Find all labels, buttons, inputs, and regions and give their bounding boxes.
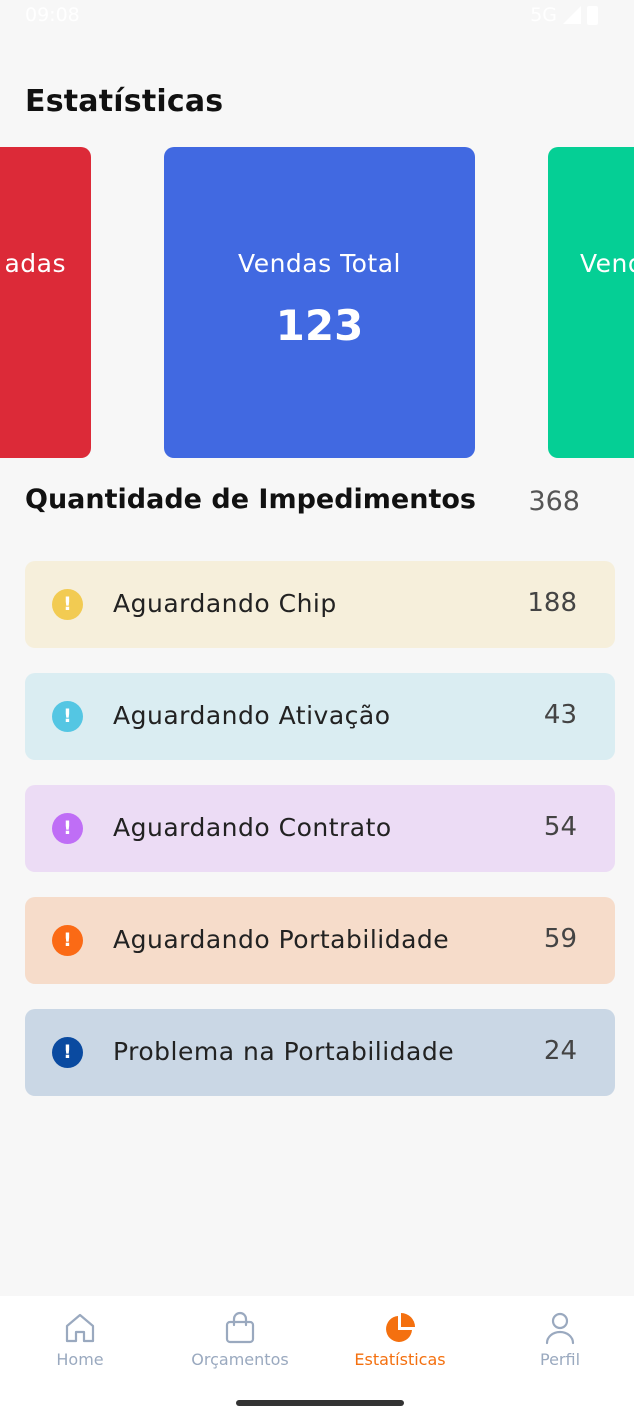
statistics-screen: 09:08 5G Estatísticas adas Vendas Total … [0,0,634,1420]
nav-label: Estatísticas [354,1350,446,1369]
impediment-count: 24 [543,1036,577,1066]
stat-card-next[interactable]: Vend [548,147,634,458]
impediment-label: Aguardando Ativação [113,701,391,730]
shopping-bag-icon [225,1311,255,1344]
status-bar: 09:08 5G [0,0,634,34]
nav-item-home[interactable]: Home [0,1310,160,1370]
battery-icon [587,5,598,25]
stat-card-label: Vendas Total [238,249,401,278]
nav-label: Perfil [539,1350,581,1369]
impediment-item-problema-portabilidade[interactable]: ! Problema na Portabilidade 24 [25,1009,615,1096]
impediment-label: Aguardando Chip [113,589,337,618]
alert-circle-icon: ! [52,701,83,732]
nav-item-orcamentos[interactable]: Orçamentos [160,1310,320,1370]
impediment-label: Problema na Portabilidade [113,1037,455,1066]
impediment-item-aguardando-chip[interactable]: ! Aguardando Chip 188 [25,561,615,648]
status-time: 09:08 [25,4,80,26]
impediment-label: Aguardando Contrato [113,813,392,842]
alert-circle-icon: ! [52,813,83,844]
stat-card-value: 123 [275,301,364,350]
stat-card-label: Vend [580,249,634,278]
pie-chart-icon [386,1313,415,1342]
alert-circle-icon: ! [52,1037,83,1068]
nav-item-perfil[interactable]: Perfil [480,1310,634,1370]
impediment-count: 59 [543,924,577,954]
impediment-item-aguardando-contrato[interactable]: ! Aguardando Contrato 54 [25,785,615,872]
home-icon [65,1313,95,1343]
impediments-title: Quantidade de Impedimentos [25,484,476,515]
user-icon [545,1312,575,1345]
impediment-count: 188 [527,588,577,618]
impediment-count: 43 [543,700,577,730]
nav-item-estatisticas[interactable]: Estatísticas [320,1310,480,1370]
network-type: 5G [530,4,557,26]
signal-icon [563,6,581,24]
impediment-item-aguardando-portabilidade[interactable]: ! Aguardando Portabilidade 59 [25,897,615,984]
status-indicators: 5G [530,4,598,26]
alert-circle-icon: ! [52,589,83,620]
nav-label: Orçamentos [191,1350,289,1369]
stat-card-label: adas [4,249,66,278]
impediment-item-aguardando-ativacao[interactable]: ! Aguardando Ativação 43 [25,673,615,760]
impediments-total: 368 [528,486,580,517]
stat-card-vendas-total[interactable]: Vendas Total 123 [164,147,475,458]
bottom-navigation: Home Orçamentos Estatísticas Perfil [0,1296,634,1420]
page-title: Estatísticas [25,84,224,119]
alert-circle-icon: ! [52,925,83,956]
nav-label: Home [56,1350,104,1369]
impediment-label: Aguardando Portabilidade [113,925,450,954]
stat-card-previous[interactable]: adas [0,147,91,458]
impediment-count: 54 [543,812,577,842]
home-indicator[interactable] [236,1400,404,1406]
impediments-header: Quantidade de Impedimentos 368 [25,484,580,524]
